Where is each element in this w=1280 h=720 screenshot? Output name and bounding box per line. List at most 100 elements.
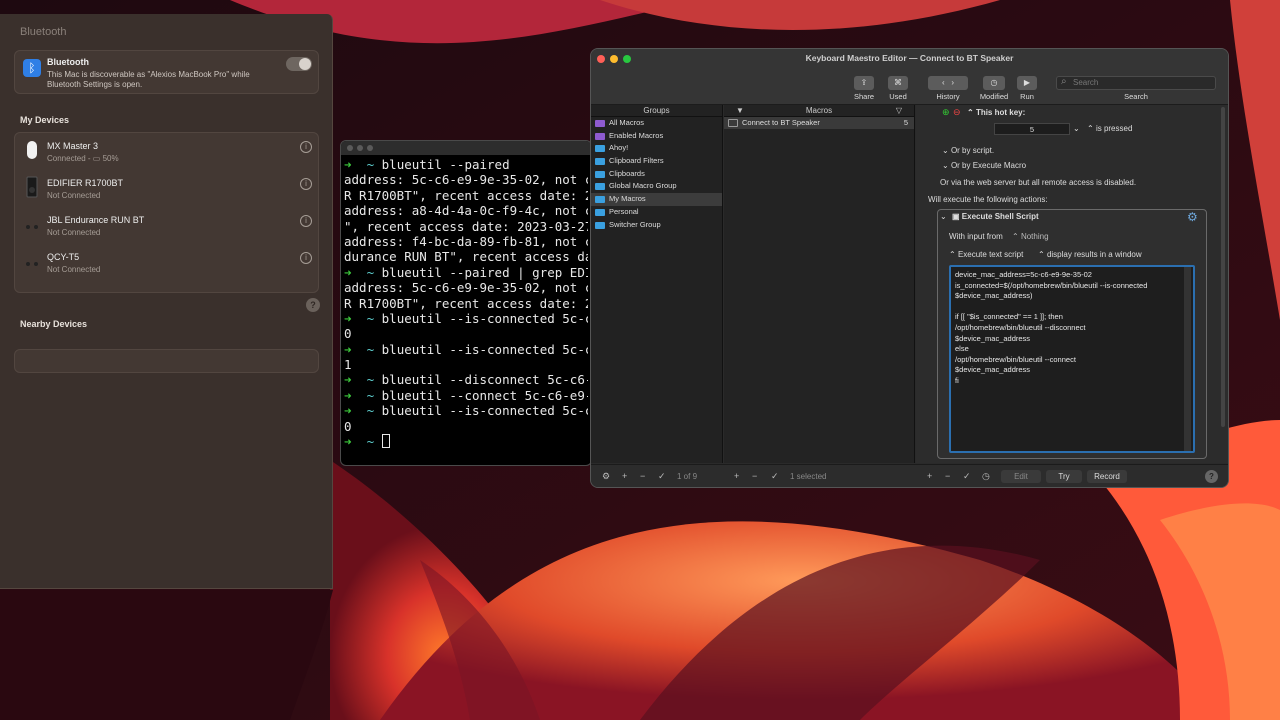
minimize-button[interactable] bbox=[357, 145, 363, 151]
enable-group-check-icon[interactable]: ✓ bbox=[658, 471, 666, 482]
add-macro-button[interactable]: + bbox=[734, 471, 739, 481]
group-label: Personal bbox=[609, 206, 639, 216]
groups-list: All Macros Enabled Macros Ahoy! Clipboard F… bbox=[591, 117, 722, 231]
output-mode-popup[interactable]: ⌃ display results in a window bbox=[1038, 250, 1142, 259]
group-item[interactable]: Enabled Macros bbox=[591, 130, 722, 143]
add-trigger-icon[interactable]: ⊕ bbox=[942, 107, 950, 118]
group-item[interactable]: Global Macro Group bbox=[591, 180, 722, 193]
device-row-edifier[interactable]: EDIFIER R1700BT Not Connected i bbox=[15, 170, 318, 206]
terminal-output[interactable]: ➜ ~ blueutil --paired address: 5c-c6-e9-9… bbox=[341, 155, 591, 451]
info-icon[interactable]: i bbox=[300, 141, 312, 153]
terminal-text: durance RUN BT", recent access dat bbox=[344, 249, 588, 265]
terminal-text: blueutil --paired | grep EDIF bbox=[381, 264, 588, 280]
prompt-dir: ~ bbox=[366, 387, 375, 403]
hotkey-dropdown-icon[interactable]: ⌄ bbox=[1073, 124, 1080, 133]
keyboard-icon bbox=[728, 119, 738, 127]
folder-icon bbox=[595, 145, 605, 153]
terminal-text: blueutil --is-connected 5c-c6 bbox=[381, 403, 588, 419]
is-pressed-popup[interactable]: ⌃ is pressed bbox=[1087, 124, 1132, 133]
or-by-execute-macro[interactable]: ⌄ Or by Execute Macro bbox=[942, 161, 1026, 170]
terminal-line: ➜ ~ blueutil --disconnect 5c-c6-e bbox=[344, 372, 588, 387]
terminal-text: 0 bbox=[344, 326, 352, 342]
terminal-line: address: 5c-c6-e9-9e-35-02, not co bbox=[344, 280, 588, 295]
group-item[interactable]: Ahoy! bbox=[591, 142, 722, 155]
remove-group-button[interactable]: − bbox=[640, 471, 645, 481]
speaker-icon bbox=[26, 176, 38, 198]
macros-header: ▼ Macros ▽ bbox=[724, 105, 914, 117]
record-button[interactable]: Record bbox=[1087, 470, 1127, 483]
macro-row[interactable]: Connect to BT Speaker 5 bbox=[724, 117, 914, 129]
terminal-titlebar bbox=[341, 141, 591, 155]
earbuds-icon bbox=[26, 225, 38, 229]
or-by-script[interactable]: ⌄ Or by script. bbox=[942, 146, 994, 155]
detail-scrollbar[interactable] bbox=[1221, 107, 1225, 427]
terminal-line: address: f4-bc-da-89-fb-81, not co bbox=[344, 234, 588, 249]
terminal-line: ➜ ~ blueutil --connect 5c-c6-e9-9 bbox=[344, 388, 588, 403]
clock-icon[interactable]: ◷ bbox=[983, 76, 1005, 90]
run-icon[interactable]: ▶ bbox=[1017, 76, 1037, 90]
script-text-area[interactable]: device_mac_address=5c-c6-e9-9e-35-02 is_… bbox=[949, 265, 1195, 453]
search-input[interactable]: Search bbox=[1056, 76, 1216, 90]
info-icon[interactable]: i bbox=[300, 252, 312, 264]
prompt-arrow: ➜ bbox=[344, 157, 352, 172]
group-item[interactable]: My Macros bbox=[591, 193, 722, 206]
nearby-devices-list bbox=[14, 349, 319, 373]
info-icon[interactable]: i bbox=[300, 215, 312, 227]
device-row-jbl[interactable]: JBL Endurance RUN BT Not Connected i bbox=[15, 207, 318, 243]
execute-mode-popup[interactable]: ⌃ Execute text script bbox=[949, 250, 1023, 259]
gear-icon[interactable]: ⚙ bbox=[1187, 210, 1198, 224]
group-label: Global Macro Group bbox=[609, 181, 677, 191]
script-scrollbar[interactable] bbox=[1184, 267, 1191, 451]
history-nav-icon[interactable]: ‹ › bbox=[928, 76, 968, 90]
bluetooth-toggle[interactable] bbox=[286, 57, 312, 71]
terminal-text: blueutil --is-connected 5c-c6 bbox=[381, 310, 588, 326]
will-execute-label: Will execute the following actions: bbox=[928, 195, 1048, 204]
device-row-mx-master[interactable]: MX Master 3 Connected - ▭ 50% i bbox=[15, 133, 318, 169]
group-item[interactable]: Switcher Group bbox=[591, 219, 722, 232]
group-item[interactable]: All Macros bbox=[591, 117, 722, 130]
collapse-icon[interactable]: ⌄ bbox=[940, 212, 947, 221]
clock-icon[interactable]: ◷ bbox=[982, 471, 990, 482]
share-button[interactable]: ⇪ bbox=[854, 76, 874, 90]
zoom-button[interactable] bbox=[367, 145, 373, 151]
device-name: QCY-T5 bbox=[47, 252, 80, 262]
try-button[interactable]: Try bbox=[1046, 470, 1082, 483]
hotkey-field[interactable]: 5 bbox=[994, 123, 1070, 135]
close-button[interactable] bbox=[347, 145, 353, 151]
terminal-text: ", recent access date: 2023-03-27 bbox=[344, 218, 588, 234]
device-row-qcy[interactable]: QCY-T5 Not Connected i bbox=[15, 244, 318, 280]
remove-trigger-icon[interactable]: ⊖ bbox=[953, 107, 961, 118]
terminal-line: address: 5c-c6-e9-9e-35-02, not co bbox=[344, 172, 588, 187]
filter-icon[interactable]: ▽ bbox=[896, 105, 902, 117]
history-label: History bbox=[936, 92, 960, 101]
macro-name: Connect to BT Speaker bbox=[742, 118, 820, 127]
km-footer: ⚙ + − ✓ 1 of 9 + − ✓ 1 selected + − ✓ ◷ … bbox=[591, 464, 1228, 487]
enable-macro-check-icon[interactable]: ✓ bbox=[771, 471, 779, 482]
used-button[interactable]: ⌘ bbox=[888, 76, 908, 90]
km-toolbar: Keyboard Maestro Editor — Connect to BT … bbox=[591, 49, 1228, 105]
terminal-text: 1 bbox=[344, 357, 352, 373]
help-button[interactable]: ? bbox=[1205, 470, 1218, 483]
help-button[interactable]: ? bbox=[306, 298, 320, 312]
action-title: ▣ Execute Shell Script bbox=[952, 212, 1039, 221]
enable-action-check-icon[interactable]: ✓ bbox=[963, 471, 971, 482]
input-source-popup[interactable]: ⌃ Nothing bbox=[1012, 232, 1049, 241]
add-action-button[interactable]: + bbox=[927, 471, 932, 481]
search-label: Search bbox=[1124, 92, 1148, 101]
group-item[interactable]: Clipboard Filters bbox=[591, 155, 722, 168]
panel-title: Bluetooth bbox=[20, 26, 67, 38]
info-icon[interactable]: i bbox=[300, 178, 312, 190]
terminal-text: blueutil --is-connected 5c-c6 bbox=[381, 341, 588, 357]
group-label: My Macros bbox=[609, 194, 646, 204]
group-item[interactable]: Personal bbox=[591, 206, 722, 219]
group-item[interactable]: Clipboards bbox=[591, 168, 722, 181]
remove-macro-button[interactable]: − bbox=[752, 471, 757, 481]
sort-icon[interactable]: ▼ bbox=[736, 105, 744, 117]
terminal-prompt-line[interactable]: ➜ ~ bbox=[344, 434, 588, 449]
settings-icon[interactable]: ⚙ bbox=[602, 471, 610, 482]
remove-action-button[interactable]: − bbox=[945, 471, 950, 481]
device-status: Not Connected bbox=[47, 191, 101, 200]
edit-button[interactable]: Edit bbox=[1001, 470, 1041, 483]
prompt-arrow: ➜ bbox=[344, 310, 352, 326]
add-group-button[interactable]: + bbox=[622, 471, 627, 481]
